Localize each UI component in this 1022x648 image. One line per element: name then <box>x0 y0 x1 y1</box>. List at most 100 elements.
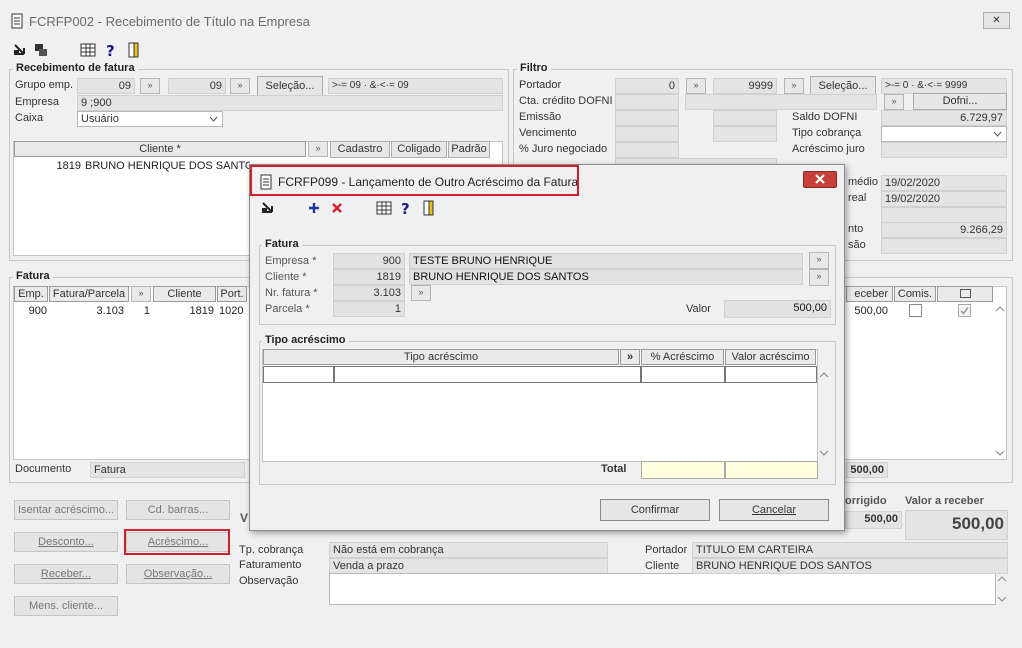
grid-table-icon[interactable] <box>80 42 96 58</box>
delete-x-icon[interactable] <box>329 200 345 216</box>
fatura-row-receber[interactable]: 500,00 <box>846 303 888 319</box>
scroll-down-icon[interactable] <box>997 595 1007 603</box>
dialog-total-valor-field <box>725 461 818 479</box>
cd-barras-button[interactable]: Cd. barras... <box>126 500 230 520</box>
vencimento-from-field[interactable] <box>615 126 679 142</box>
confirmar-button[interactable]: Confirmar <box>600 499 710 521</box>
cliente-lookup-button[interactable]: » <box>308 141 328 157</box>
fatura-col-fatura-parcela[interactable]: Fatura/Parcela <box>49 286 129 302</box>
help-question-icon[interactable]: ? <box>398 200 414 216</box>
fatura-col-cliente[interactable]: Cliente <box>153 286 216 302</box>
saldo-dofni-field: 6.729,97 <box>881 110 1007 126</box>
desconto-button[interactable]: Desconto... <box>14 532 118 552</box>
corrigido-label: orrigido <box>845 495 887 507</box>
receber-button[interactable]: Receber... <box>14 564 118 584</box>
exit-arrow-icon[interactable] <box>260 200 276 216</box>
dialog-empresa-code[interactable]: 900 <box>333 253 405 269</box>
fatura-row-comis-checkbox[interactable] <box>909 304 922 317</box>
padrao-button[interactable]: Padrão <box>448 141 490 158</box>
cliente-row-name[interactable]: BRUNO HENRIQUE DOS SANTOS <box>85 158 250 174</box>
dialog-empresa-lookup-button[interactable]: » <box>809 252 829 269</box>
portador-from-lookup-button[interactable]: » <box>686 78 706 94</box>
mens-cliente-button[interactable]: Mens. cliente... <box>14 596 118 616</box>
fatura-col-port[interactable]: Port. <box>217 286 247 302</box>
fatura-col-comis[interactable]: Comis. <box>894 286 936 302</box>
dialog-col-chevron[interactable]: » <box>620 349 640 365</box>
dialog-cliente-lookup-button[interactable]: » <box>809 269 829 286</box>
grupo-to-field[interactable]: 09 <box>168 78 226 94</box>
dialog-cliente-code[interactable]: 1819 <box>333 269 405 285</box>
grupo-selecao-button[interactable]: Seleção... <box>257 76 323 96</box>
filtro-section-title: Filtro <box>517 62 551 74</box>
cliente-row-code[interactable]: 1819 <box>14 158 81 174</box>
cta-credito-label: Cta. crédito DOFNI <box>519 95 613 107</box>
juro-negociado-field[interactable] <box>615 142 679 158</box>
fatura-row-cliente[interactable]: 1819 <box>153 303 214 319</box>
fatura-col-emp[interactable]: Emp. <box>14 286 48 302</box>
dialog-col-pct-acrescimo[interactable]: % Acréscimo <box>641 349 724 365</box>
scroll-down-icon[interactable] <box>995 449 1005 457</box>
grid-table-icon[interactable] <box>376 200 392 216</box>
dialog-tipo-scrollbar[interactable] <box>818 366 830 462</box>
grupo-from-lookup-button[interactable]: » <box>140 78 160 94</box>
portador-selecao-button[interactable]: Seleção... <box>810 76 876 96</box>
dialog-parcela-field[interactable]: 1 <box>333 301 405 317</box>
fatura-col-select[interactable] <box>937 286 993 302</box>
grupo-from-field[interactable]: 09 <box>77 78 135 94</box>
caixa-select[interactable]: Usuário <box>77 111 223 127</box>
dialog-nr-fatura-field[interactable]: 3.103 <box>333 285 405 301</box>
dialog-col-tipo-acrescimo[interactable]: Tipo acréscimo <box>263 349 619 365</box>
window-close-button[interactable]: ✕ <box>983 12 1010 29</box>
portador-to-field[interactable]: 9999 <box>713 78 777 94</box>
empresa-field[interactable]: 9 ;900 <box>77 95 503 111</box>
coligado-button[interactable]: Coligado <box>391 141 447 158</box>
dialog-tipo-row-desc-cell[interactable] <box>334 366 641 383</box>
observacao-button[interactable]: Observação... <box>126 564 230 584</box>
observacao-field[interactable] <box>329 573 996 605</box>
fatura-row-select-checkbox[interactable] <box>958 304 971 317</box>
emissao-to-field[interactable] <box>713 110 777 126</box>
tipo-cobranca-select[interactable] <box>881 126 1007 142</box>
close-icon <box>815 174 825 184</box>
exit-door-icon[interactable] <box>421 200 437 216</box>
exit-door-icon[interactable] <box>126 42 142 58</box>
cliente-col-header[interactable]: Cliente * <box>14 141 306 157</box>
fatura-row-emp[interactable]: 900 <box>14 303 47 319</box>
faturamento-label: Faturamento <box>239 559 302 571</box>
scroll-up-icon[interactable] <box>995 305 1005 313</box>
fatura-col-receber[interactable]: eceber <box>846 286 893 302</box>
scroll-up-icon[interactable] <box>819 371 829 379</box>
fatura-row-port[interactable]: 1020 <box>219 303 247 319</box>
scroll-down-icon[interactable] <box>819 449 829 457</box>
fatura-row-parcela[interactable]: 1 <box>130 303 150 319</box>
help-question-icon[interactable]: ? <box>103 42 119 58</box>
cadastro-button[interactable]: Cadastro <box>330 141 390 158</box>
portador-label: Portador <box>519 79 562 91</box>
isentar-acrescimo-button[interactable]: Isentar acréscimo... <box>14 500 118 520</box>
portador-to-lookup-button[interactable]: » <box>784 78 804 94</box>
dialog-close-button[interactable] <box>803 171 837 188</box>
dofni-button[interactable]: Dofni... <box>913 93 1007 110</box>
exit-arrow-icon[interactable] <box>12 42 28 58</box>
fatura-lookup-button[interactable]: » <box>131 286 151 302</box>
scroll-up-icon[interactable] <box>997 575 1007 583</box>
dialog-tipo-row-pct-cell[interactable] <box>641 366 725 383</box>
cta-credito-lookup-button[interactable]: » <box>884 94 904 110</box>
cta-credito-field[interactable] <box>615 94 679 110</box>
fatura-row-fatura[interactable]: 3.103 <box>49 303 124 319</box>
dialog-col-valor-acrescimo[interactable]: Valor acréscimo <box>725 349 816 365</box>
copy-windows-icon[interactable] <box>33 42 49 58</box>
medio-label: médio <box>848 176 878 188</box>
emissao-from-field[interactable] <box>615 110 679 126</box>
main-title-bar: FCRFP002 - Recebimento de Título na Empr… <box>0 0 1022 38</box>
portador-from-field[interactable]: 0 <box>615 78 679 94</box>
dialog-tipo-row-code-cell[interactable] <box>263 366 334 383</box>
grupo-to-lookup-button[interactable]: » <box>230 78 250 94</box>
observacao-scrollbar[interactable] <box>996 573 1008 605</box>
add-plus-icon[interactable] <box>306 200 322 216</box>
dialog-nr-fatura-lookup-button[interactable]: » <box>411 285 431 301</box>
cancelar-button[interactable]: Cancelar <box>719 499 829 521</box>
fatura-grid-scrollbar[interactable] <box>994 303 1006 459</box>
dialog-tipo-row-valor-cell[interactable] <box>725 366 817 383</box>
vencimento-to-field[interactable] <box>713 126 777 142</box>
